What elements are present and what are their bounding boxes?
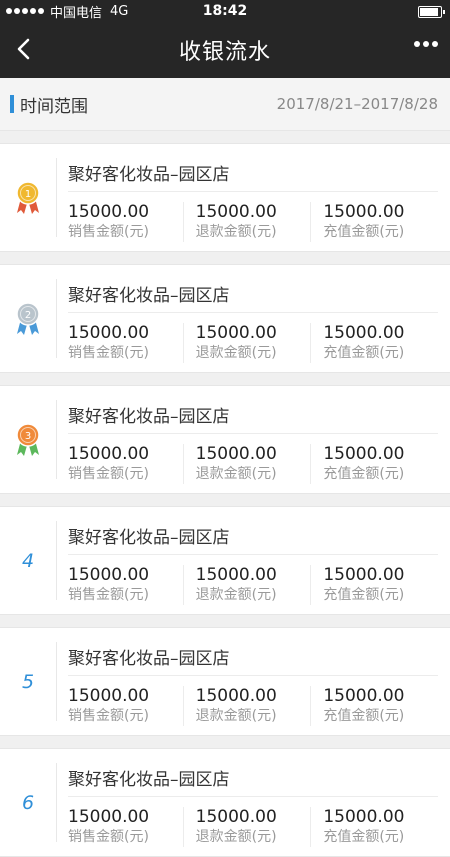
more-options-icon[interactable] [414,41,438,47]
refund-amount: 15000.00 [195,323,277,343]
recharge-stat: 15000.00 充值金额(元) [310,686,438,726]
store-name: 聚好客化妆品–园区店 [68,649,230,669]
sales-stat: 15000.00 销售金额(元) [68,565,183,605]
refund-label: 退款金额(元) [195,587,277,603]
store-card[interactable]: 3 聚好客化妆品–园区店 15000.00 销售金额(元) 15000.00 退… [0,385,450,494]
store-name: 聚好客化妆品–园区店 [68,528,230,548]
medal-rank-number: 2 [25,310,31,321]
rank-number: 6 [21,791,35,814]
sales-stat: 15000.00 销售金额(元) [68,444,183,484]
store-card[interactable]: 6 聚好客化妆品–园区店 15000.00 销售金额(元) 15000.00 退… [0,748,450,857]
medal-rank-number: 1 [25,189,31,200]
rank-cell: 6 [0,749,56,856]
recharge-amount: 15000.00 [323,202,405,222]
refund-stat: 15000.00 退款金额(元) [182,807,311,847]
sales-label: 销售金额(元) [68,708,149,724]
refund-stat: 15000.00 退款金额(元) [182,444,311,484]
back-arrow-icon[interactable] [10,34,40,64]
sales-amount: 15000.00 [68,565,150,585]
recharge-label: 充值金额(元) [323,829,405,845]
sales-amount: 15000.00 [68,202,150,222]
store-card[interactable]: 5 聚好客化妆品–园区店 15000.00 销售金额(元) 15000.00 退… [0,627,450,736]
recharge-label: 充值金额(元) [323,587,405,603]
stats-row: 15000.00 销售金额(元) 15000.00 退款金额(元) 15000.… [68,565,438,605]
refund-label: 退款金额(元) [195,708,277,724]
store-ranking-list: 1 聚好客化妆品–园区店 15000.00 销售金额(元) 15000.00 退… [0,143,450,857]
stats-row: 15000.00 销售金额(元) 15000.00 退款金额(元) 15000.… [68,202,438,242]
medal-rank-number: 3 [25,431,31,442]
store-card[interactable]: 2 聚好客化妆品–园区店 15000.00 销售金额(元) 15000.00 退… [0,264,450,373]
sales-amount: 15000.00 [68,807,150,827]
refund-stat: 15000.00 退款金额(元) [182,565,311,605]
store-name: 聚好客化妆品–园区店 [68,407,230,427]
refund-amount: 15000.00 [195,444,277,464]
gold-medal-icon: 1 [16,180,40,214]
section-accent-bar [10,95,14,113]
recharge-amount: 15000.00 [323,807,405,827]
sales-label: 销售金额(元) [68,345,149,361]
rank-cell: 5 [0,628,56,735]
refund-amount: 15000.00 [195,686,277,706]
recharge-amount: 15000.00 [323,444,405,464]
sales-stat: 15000.00 销售金额(元) [68,202,183,242]
silver-medal-icon: 2 [16,301,40,335]
refund-label: 退款金额(元) [195,466,277,482]
bronze-medal-icon: 3 [16,422,40,456]
stats-row: 15000.00 销售金额(元) 15000.00 退款金额(元) 15000.… [68,444,438,484]
recharge-amount: 15000.00 [323,565,405,585]
refund-label: 退款金额(元) [195,345,277,361]
clock: 18:42 [202,3,248,19]
refund-stat: 15000.00 退款金额(元) [182,686,311,726]
date-range-label: 时间范围 [20,96,88,117]
battery-icon [418,6,445,18]
store-name: 聚好客化妆品–园区店 [68,286,230,306]
recharge-stat: 15000.00 充值金额(元) [310,202,438,242]
sales-stat: 15000.00 销售金额(元) [68,323,183,363]
recharge-stat: 15000.00 充值金额(元) [310,565,438,605]
sales-label: 销售金额(元) [68,587,149,603]
rank-number: 4 [21,549,35,572]
recharge-stat: 15000.00 充值金额(元) [310,323,438,363]
rank-cell: 3 [0,386,56,493]
stats-row: 15000.00 销售金额(元) 15000.00 退款金额(元) 15000.… [68,323,438,363]
recharge-label: 充值金额(元) [323,466,405,482]
sales-label: 销售金额(元) [68,466,149,482]
sales-amount: 15000.00 [68,323,150,343]
refund-amount: 15000.00 [195,807,277,827]
recharge-label: 充值金额(元) [323,708,405,724]
stats-row: 15000.00 销售金额(元) 15000.00 退款金额(元) 15000.… [68,807,438,847]
store-card[interactable]: 1 聚好客化妆品–园区店 15000.00 销售金额(元) 15000.00 退… [0,143,450,252]
store-card[interactable]: 4 聚好客化妆品–园区店 15000.00 销售金额(元) 15000.00 退… [0,506,450,615]
date-range-value[interactable]: 2017/8/21–2017/8/28 [277,95,438,113]
sales-label: 销售金额(元) [68,224,149,240]
sales-amount: 15000.00 [68,686,150,706]
page-title: 收银流水 [178,40,271,65]
nav-bar: 收银流水 [0,22,450,78]
stats-row: 15000.00 销售金额(元) 15000.00 退款金额(元) 15000.… [68,686,438,726]
date-range-bar: 时间范围 2017/8/21–2017/8/28 [0,78,450,131]
refund-stat: 15000.00 退款金额(元) [182,202,311,242]
recharge-amount: 15000.00 [323,686,405,706]
sales-stat: 15000.00 销售金额(元) [68,807,183,847]
recharge-label: 充值金额(元) [323,345,405,361]
store-name: 聚好客化妆品–园区店 [68,770,230,790]
recharge-stat: 15000.00 充值金额(元) [310,444,438,484]
refund-label: 退款金额(元) [195,224,277,240]
rank-cell: 1 [0,144,56,251]
rank-number: 5 [21,670,35,693]
refund-amount: 15000.00 [195,202,277,222]
refund-label: 退款金额(元) [195,829,277,845]
recharge-label: 充值金额(元) [323,224,405,240]
sales-amount: 15000.00 [68,444,150,464]
refund-amount: 15000.00 [195,565,277,585]
rank-cell: 4 [0,507,56,614]
status-bar: 中国电信 4G 18:42 [0,0,450,22]
sales-stat: 15000.00 销售金额(元) [68,686,183,726]
recharge-amount: 15000.00 [323,323,405,343]
store-name: 聚好客化妆品–园区店 [68,165,230,185]
rank-cell: 2 [0,265,56,372]
sales-label: 销售金额(元) [68,829,149,845]
recharge-stat: 15000.00 充值金额(元) [310,807,438,847]
refund-stat: 15000.00 退款金额(元) [182,323,311,363]
